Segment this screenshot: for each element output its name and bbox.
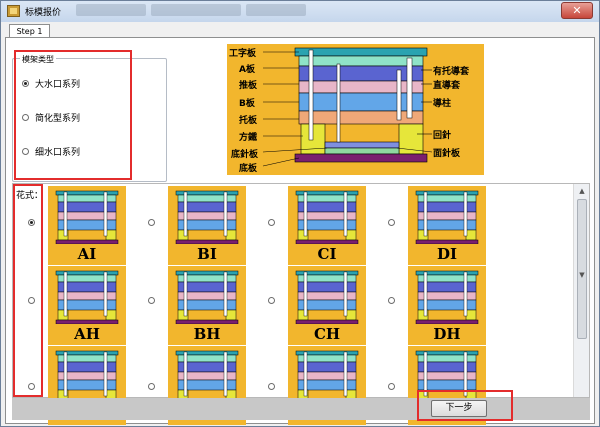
diagram-label: 底板	[239, 164, 258, 174]
diagram-label: 有托導套	[433, 67, 470, 77]
highlight-frame-type	[14, 50, 132, 180]
style-thumbnail[interactable]: DI	[408, 186, 486, 265]
style-radio[interactable]	[268, 297, 275, 304]
scroll-down-arrow[interactable]: ▼	[574, 268, 590, 282]
highlight-next	[417, 390, 513, 421]
mold-thumbnail-illustration	[175, 350, 239, 405]
style-thumbnail[interactable]: AH	[48, 266, 126, 345]
diagram-label: 方鐵	[239, 133, 258, 143]
scroll-up-arrow[interactable]: ▲	[574, 184, 590, 198]
style-code-label: BH	[193, 325, 221, 343]
mold-thumbnail-illustration	[175, 270, 239, 325]
style-thumbnail[interactable]: CI	[288, 186, 366, 265]
style-code-label: CI	[317, 245, 337, 263]
mold-thumbnail-illustration	[175, 190, 239, 245]
diagram-label: A板	[239, 65, 255, 75]
diagram-label: 工字板	[229, 49, 257, 59]
style-thumbnail[interactable]: BH	[168, 266, 246, 345]
highlight-styles	[13, 184, 43, 397]
diagram-label: 托板	[239, 116, 258, 126]
diagram-label: 導柱	[433, 99, 452, 109]
style-radio[interactable]	[148, 297, 155, 304]
style-radio[interactable]	[148, 383, 155, 390]
style-code-label: CH	[313, 325, 341, 343]
diagram-label: 直導套	[433, 81, 461, 91]
style-thumbnail[interactable]: BI	[168, 186, 246, 265]
close-button[interactable]: ✕	[561, 2, 593, 19]
style-thumbnail[interactable]: AI	[48, 186, 126, 265]
style-code-label: BI	[197, 245, 217, 263]
style-thumbnail[interactable]: DH	[408, 266, 486, 345]
style-code-label: AH	[74, 325, 100, 343]
style-code-label: DI	[436, 245, 458, 263]
style-code-label: DH	[433, 325, 461, 343]
mold-thumbnail-illustration	[55, 350, 119, 405]
blurred-region	[76, 4, 146, 16]
style-radio[interactable]	[268, 219, 275, 226]
diagram-label: B板	[239, 99, 255, 109]
app-icon	[7, 5, 20, 17]
mold-diagram: 工字板 A板 推板 B板 托板 方鐵 底針板 底板 有托導套 直導套 導柱 回針…	[227, 44, 484, 175]
mold-thumbnail-illustration	[415, 270, 479, 325]
diagram-label: 底針板	[231, 150, 259, 160]
diagram-label: 回針	[433, 131, 452, 141]
window-title: 标模报价	[25, 8, 62, 18]
mold-thumbnail-illustration	[295, 350, 359, 405]
style-radio[interactable]	[388, 383, 395, 390]
vertical-scrollbar[interactable]: ▲ ▼	[573, 184, 589, 397]
mold-thumbnail-illustration	[295, 190, 359, 245]
style-thumbnail[interactable]: CH	[288, 266, 366, 345]
blurred-region	[151, 4, 241, 16]
mold-thumbnail-illustration	[55, 270, 119, 325]
style-radio[interactable]	[268, 383, 275, 390]
style-radio[interactable]	[388, 219, 395, 226]
style-radio[interactable]	[148, 219, 155, 226]
style-code-label: AI	[77, 245, 97, 263]
diagram-label: 推板	[239, 81, 258, 91]
title-bar: 标模报价 ✕	[1, 1, 599, 22]
blurred-region	[246, 4, 306, 16]
mold-thumbnail-illustration	[295, 270, 359, 325]
mold-thumbnail-illustration	[55, 190, 119, 245]
diagram-label: 面針板	[433, 149, 461, 159]
style-radio[interactable]	[388, 297, 395, 304]
mold-thumbnail-illustration	[415, 190, 479, 245]
